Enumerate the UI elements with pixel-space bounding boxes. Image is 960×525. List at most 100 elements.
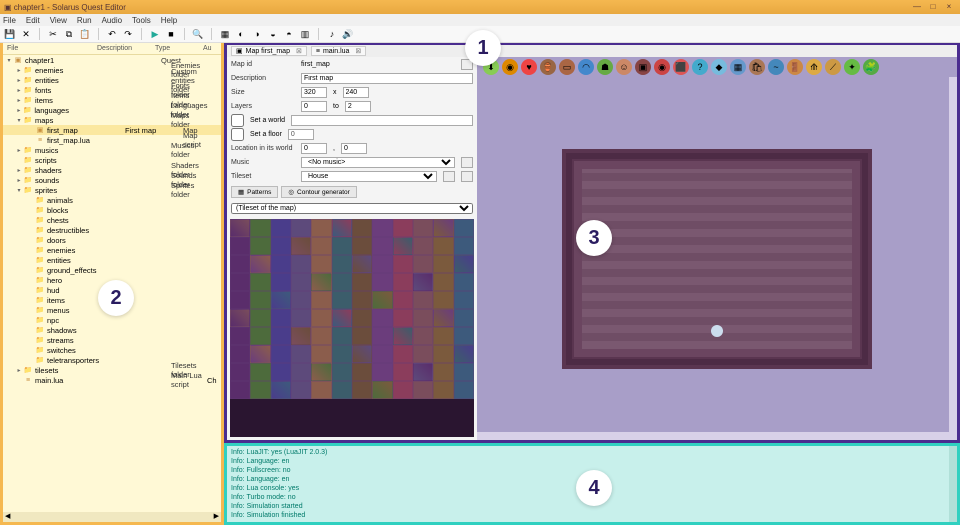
tree-h-scrollbar[interactable]: ◀▶ [3, 512, 221, 522]
tree-col-file[interactable]: File [7, 45, 97, 52]
tree-row[interactable]: 📁shadows [3, 325, 221, 335]
jumper-icon[interactable]: ◠ [578, 59, 594, 75]
pickable-icon[interactable]: ♥ [521, 59, 537, 75]
tab-script[interactable]: ≡ main.lua ⊠ [311, 46, 366, 56]
hero-sprite[interactable] [711, 325, 723, 337]
maximize-button[interactable]: □ [926, 2, 940, 12]
tab-map[interactable]: ▣ Map first_map ⊠ [231, 46, 307, 56]
close-icon[interactable]: ✕ [20, 28, 32, 40]
tree-row[interactable]: ≡main.luaMain Lua scriptCh [3, 375, 221, 385]
map-v-scrollbar[interactable] [949, 77, 957, 440]
grid-icon[interactable]: ▦ [219, 28, 231, 40]
menu-view[interactable]: View [50, 16, 67, 25]
tileset-preview[interactable] [230, 219, 474, 437]
set-world-checkbox[interactable] [231, 114, 244, 127]
set-floor-checkbox[interactable] [231, 128, 244, 141]
minimize-button[interactable]: — [910, 2, 924, 12]
layer3-icon[interactable]: ◓ [283, 28, 295, 40]
redo-icon[interactable]: ↷ [122, 28, 134, 40]
layers-to-input[interactable] [345, 101, 371, 112]
music-select[interactable]: <No music> [301, 157, 455, 168]
puzzle-icon[interactable]: 🧩 [863, 59, 879, 75]
layers-from-input[interactable] [301, 101, 327, 112]
titlebar: ▣ chapter1 - Solarus Quest Editor — □ × [0, 0, 960, 14]
size-w-input[interactable] [301, 87, 327, 98]
callout-2: 2 [98, 280, 134, 316]
layer2-icon[interactable]: ◒ [267, 28, 279, 40]
find-icon[interactable]: 🔍 [192, 28, 204, 40]
crystal-icon[interactable]: ◆ [711, 59, 727, 75]
separator-icon[interactable]: ⟋ [825, 59, 841, 75]
tree-col-desc[interactable]: Description [97, 45, 155, 52]
crystal-block-icon[interactable]: ▦ [730, 59, 746, 75]
paste-icon[interactable]: 📋 [79, 28, 91, 40]
patterns-tab[interactable]: ▦Patterns [231, 186, 278, 198]
tree-row[interactable]: 📁blocks [3, 205, 221, 215]
loc-x-input[interactable] [301, 143, 327, 154]
map-view[interactable] [477, 77, 957, 440]
copy-icon[interactable]: ⧉ [63, 28, 75, 40]
world-input[interactable] [291, 115, 473, 126]
size-h-input[interactable] [343, 87, 369, 98]
music-icon[interactable]: ♪ [326, 28, 338, 40]
loc-y-input[interactable] [341, 143, 367, 154]
menu-audio[interactable]: Audio [102, 16, 122, 25]
tileset-dropdown[interactable]: (Tileset of the map) [231, 203, 473, 214]
layer1-icon[interactable]: ◑ [251, 28, 263, 40]
cut-icon[interactable]: ✂ [47, 28, 59, 40]
chest-icon[interactable]: ▭ [559, 59, 575, 75]
contour-tab[interactable]: ◎Contour generator [281, 186, 356, 198]
tree-col-type[interactable]: Type [155, 45, 203, 52]
tree-row[interactable]: ▸📁musicsMusics folder [3, 145, 221, 155]
shop-icon[interactable]: 🛍 [749, 59, 765, 75]
refresh-tileset-button[interactable] [443, 171, 455, 182]
tab-close-icon[interactable]: ⊠ [296, 47, 302, 55]
undo-icon[interactable]: ↶ [106, 28, 118, 40]
tree-row[interactable]: 📁npc [3, 315, 221, 325]
tab-close-icon[interactable]: ⊠ [355, 47, 361, 55]
menu-help[interactable]: Help [161, 16, 177, 25]
tree-row[interactable]: ▾📁spritesSprites folder [3, 185, 221, 195]
close-button[interactable]: × [942, 2, 956, 12]
show-entities-icon[interactable]: ▥ [299, 28, 311, 40]
sensor-icon[interactable]: ? [692, 59, 708, 75]
tree-row[interactable]: 📁entities [3, 255, 221, 265]
menu-file[interactable]: File [3, 16, 16, 25]
tree-col-au[interactable]: Au [203, 45, 217, 52]
stop-icon[interactable]: ■ [165, 28, 177, 40]
tree-row[interactable]: ▾📁mapsMaps folder [3, 115, 221, 125]
save-icon[interactable]: 💾 [4, 28, 16, 40]
tree-row[interactable]: 📁chests [3, 215, 221, 225]
menu-edit[interactable]: Edit [26, 16, 40, 25]
tree-row[interactable]: 📁destructibles [3, 225, 221, 235]
door-icon[interactable]: 🚪 [787, 59, 803, 75]
menu-tools[interactable]: Tools [132, 16, 151, 25]
tileset-select[interactable]: House [301, 171, 437, 182]
tree-row[interactable]: 📁streams [3, 335, 221, 345]
stream-icon[interactable]: ~ [768, 59, 784, 75]
run-icon[interactable]: ▶ [149, 28, 161, 40]
floor-input[interactable] [288, 129, 314, 140]
tree-row[interactable]: 📁switches [3, 345, 221, 355]
console-v-scrollbar[interactable] [949, 446, 957, 522]
tree-row[interactable]: 📁doors [3, 235, 221, 245]
custom-icon[interactable]: ✦ [844, 59, 860, 75]
desc-input[interactable] [301, 73, 473, 84]
block-icon[interactable]: ▣ [635, 59, 651, 75]
menu-run[interactable]: Run [77, 16, 92, 25]
enemy-icon[interactable]: ☗ [597, 59, 613, 75]
play-music-button[interactable] [461, 157, 473, 168]
tree-row[interactable]: 📁enemies [3, 245, 221, 255]
map-h-scrollbar[interactable] [477, 432, 949, 440]
tree-row[interactable]: 📁ground_effects [3, 265, 221, 275]
edit-tileset-button[interactable] [461, 171, 473, 182]
map-room[interactable] [562, 149, 872, 369]
stairs-icon[interactable]: ⟰ [806, 59, 822, 75]
layer0-icon[interactable]: ◐ [235, 28, 247, 40]
wall-icon[interactable]: ⬛ [673, 59, 689, 75]
volume-icon[interactable]: 🔊 [342, 28, 354, 40]
npc-icon[interactable]: ☺ [616, 59, 632, 75]
teletransporter-icon[interactable]: ◉ [502, 59, 518, 75]
destructible-icon[interactable]: 🏺 [540, 59, 556, 75]
switch-icon[interactable]: ◉ [654, 59, 670, 75]
